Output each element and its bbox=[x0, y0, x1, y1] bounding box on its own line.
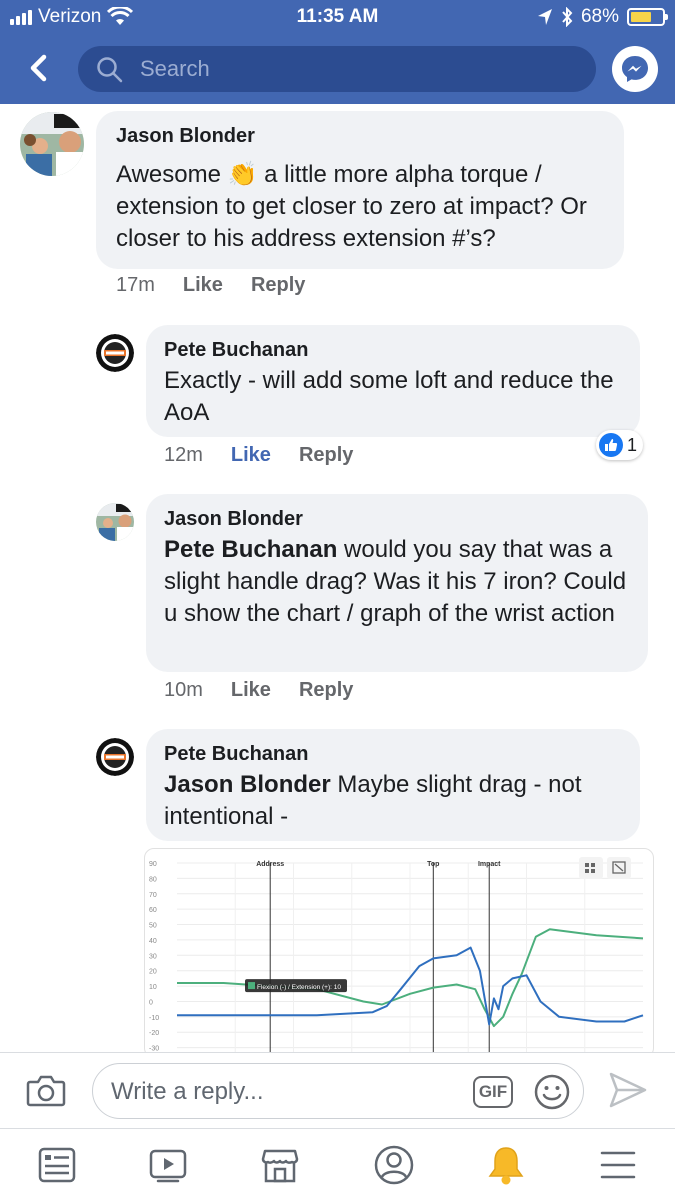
gif-button[interactable]: GIF bbox=[473, 1076, 513, 1108]
comment-text: Exactly - will add some loft and reduce … bbox=[164, 367, 614, 426]
event-marker-label: Address bbox=[256, 861, 284, 868]
avatar[interactable] bbox=[20, 112, 84, 176]
nav-notifications[interactable] bbox=[484, 1143, 528, 1187]
comment-bubble[interactable]: Jason Blonder Pete Buchanan would you sa… bbox=[146, 494, 648, 672]
thumbs-up-icon bbox=[599, 433, 623, 457]
y-tick-label: 0 bbox=[149, 999, 153, 1006]
battery-level-fill bbox=[631, 12, 652, 22]
avatar[interactable] bbox=[96, 738, 134, 776]
bottom-nav bbox=[0, 1128, 675, 1200]
comment-text-part: Awesome bbox=[116, 161, 228, 188]
avatar[interactable] bbox=[96, 503, 134, 541]
battery-icon bbox=[627, 8, 668, 26]
avatar-photo bbox=[20, 112, 84, 176]
bluetooth-icon bbox=[562, 7, 573, 27]
search-input[interactable] bbox=[140, 46, 580, 92]
avatar-logo bbox=[96, 334, 134, 372]
clapping-hands-icon: 👏 bbox=[227, 161, 258, 188]
nav-marketplace[interactable] bbox=[258, 1143, 302, 1187]
avatar-logo bbox=[96, 738, 134, 776]
avatar-photo bbox=[96, 503, 134, 541]
comment-text: Awesome 👏 a little more alpha torque / e… bbox=[116, 159, 612, 255]
nav-profile[interactable] bbox=[372, 1143, 416, 1187]
comment-actions: 17m Like Reply bbox=[116, 274, 305, 297]
comment-text: Jason Blonder Maybe slight drag - not in… bbox=[164, 769, 624, 833]
like-button[interactable]: Like bbox=[231, 679, 271, 702]
comment-actions: 12m Like Reply bbox=[164, 444, 353, 467]
tooltip-swatch bbox=[248, 982, 255, 990]
comment-bubble[interactable]: Jason Blonder Awesome 👏 a little more al… bbox=[96, 111, 624, 269]
reply-input-field[interactable]: GIF bbox=[92, 1063, 584, 1120]
y-tick-label: -20 bbox=[149, 1030, 159, 1037]
comment-bubble[interactable]: Pete Buchanan Jason Blonder Maybe slight… bbox=[146, 729, 640, 841]
status-bar: Verizon 11:35 AM 68% bbox=[0, 0, 675, 36]
bell-icon bbox=[488, 1147, 524, 1185]
video-icon bbox=[149, 1149, 187, 1183]
comment-author[interactable]: Jason Blonder bbox=[164, 508, 303, 531]
reaction-badge[interactable]: 1 bbox=[596, 430, 644, 460]
wrist-chart: 9080706050403020100-10-20-30-40AddressTo… bbox=[149, 857, 644, 1057]
grid-view-icon bbox=[579, 857, 603, 879]
status-right-group: 68% bbox=[537, 6, 668, 28]
like-button[interactable]: Like bbox=[231, 444, 271, 467]
search-bar[interactable] bbox=[78, 46, 596, 92]
reply-input[interactable] bbox=[111, 1064, 451, 1120]
y-tick-label: 50 bbox=[149, 923, 157, 930]
comment-author[interactable]: Pete Buchanan bbox=[164, 743, 308, 766]
y-tick-label: 20 bbox=[149, 969, 157, 976]
event-marker-label: Top bbox=[427, 861, 439, 868]
chart-attachment[interactable]: 9080706050403020100-10-20-30-40AddressTo… bbox=[144, 848, 654, 1058]
reaction-count: 1 bbox=[627, 434, 638, 455]
nav-watch[interactable] bbox=[146, 1143, 190, 1187]
grid-view-icon-cell bbox=[591, 863, 595, 867]
like-button[interactable]: Like bbox=[183, 274, 223, 297]
emoji-icon[interactable] bbox=[533, 1073, 571, 1111]
location-arrow-icon bbox=[537, 9, 552, 25]
tooltip-text: Flexion (-) / Extension (+): 10 bbox=[257, 984, 341, 991]
profile-icon bbox=[374, 1145, 414, 1185]
y-tick-label: 30 bbox=[149, 953, 157, 960]
nav-news-feed[interactable] bbox=[35, 1143, 79, 1187]
camera-icon[interactable] bbox=[26, 1073, 66, 1107]
comment-actions: 10m Like Reply bbox=[164, 679, 353, 702]
grid-view-icon-cell bbox=[585, 869, 589, 873]
comment-time: 17m bbox=[116, 274, 155, 296]
y-tick-label: 60 bbox=[149, 907, 157, 914]
top-bar: Verizon 11:35 AM 68% bbox=[0, 0, 675, 104]
battery-percent: 68% bbox=[580, 6, 619, 27]
news-feed-icon bbox=[38, 1147, 76, 1183]
y-tick-label: 70 bbox=[149, 892, 157, 899]
event-marker-label: Impact bbox=[478, 861, 501, 868]
comment-time: 12m bbox=[164, 444, 203, 466]
marketplace-icon bbox=[261, 1149, 299, 1183]
back-arrow-icon[interactable] bbox=[22, 50, 58, 86]
reply-bar: GIF bbox=[0, 1052, 675, 1128]
menu-icon bbox=[600, 1151, 636, 1179]
messenger-button[interactable] bbox=[612, 46, 658, 92]
y-tick-label: 80 bbox=[149, 876, 157, 883]
reply-button[interactable]: Reply bbox=[299, 679, 353, 702]
y-tick-label: 40 bbox=[149, 938, 157, 945]
nav-menu[interactable] bbox=[596, 1143, 640, 1187]
mention-link[interactable]: Pete Buchanan bbox=[164, 536, 337, 563]
y-tick-label: 90 bbox=[149, 861, 157, 868]
reply-button[interactable]: Reply bbox=[251, 274, 305, 297]
y-tick-label: -10 bbox=[149, 1015, 159, 1022]
grid-view-icon-cell bbox=[585, 863, 589, 867]
comment-author[interactable]: Jason Blonder bbox=[116, 125, 255, 148]
comment-bubble[interactable]: Pete Buchanan Exactly - will add some lo… bbox=[146, 325, 640, 437]
search-icon bbox=[97, 57, 123, 83]
avatar[interactable] bbox=[96, 334, 134, 372]
send-icon[interactable] bbox=[608, 1071, 648, 1109]
y-tick-label: 10 bbox=[149, 984, 157, 991]
comment-text: Pete Buchanan would you say that was a s… bbox=[164, 534, 634, 630]
reply-button[interactable]: Reply bbox=[299, 444, 353, 467]
grid-view-icon-cell bbox=[591, 869, 595, 873]
messenger-icon bbox=[622, 56, 648, 82]
comment-author[interactable]: Pete Buchanan bbox=[164, 339, 308, 362]
mention-link[interactable]: Jason Blonder bbox=[164, 771, 331, 798]
comment-time: 10m bbox=[164, 679, 203, 701]
